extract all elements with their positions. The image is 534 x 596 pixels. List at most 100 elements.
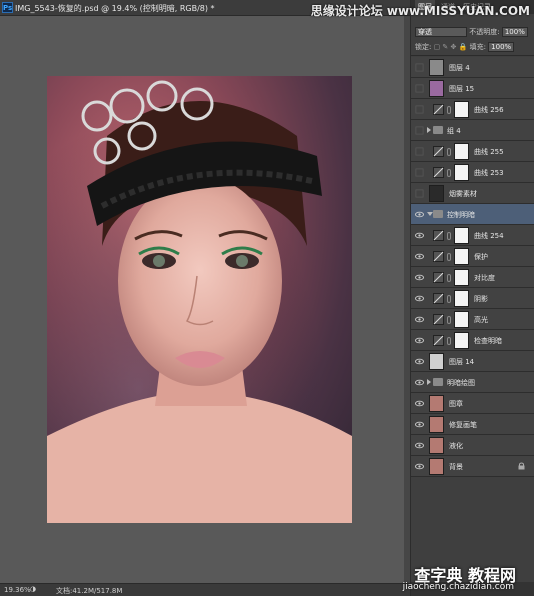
visibility-eye-icon[interactable]: [415, 168, 424, 177]
layer-mask-thumbnail[interactable]: [454, 143, 469, 160]
layer-name[interactable]: 图层 4: [449, 63, 470, 73]
layer-row[interactable]: 明暗绘图: [411, 372, 534, 393]
visibility-eye-icon[interactable]: [415, 315, 424, 324]
layer-thumbnail[interactable]: [429, 353, 444, 370]
layer-thumbnail[interactable]: [429, 395, 444, 412]
link-icon[interactable]: [447, 169, 451, 177]
visibility-eye-icon[interactable]: [415, 294, 424, 303]
layer-row[interactable]: 检查明暗: [411, 330, 534, 351]
layer-name[interactable]: 组 4: [447, 126, 461, 136]
layer-row[interactable]: 曲线 253: [411, 162, 534, 183]
visibility-eye-icon[interactable]: [415, 252, 424, 261]
layer-thumbnail[interactable]: [429, 416, 444, 433]
layer-name[interactable]: 明暗绘图: [447, 378, 475, 388]
layer-row[interactable]: 烟雾素材: [411, 183, 534, 204]
layer-row[interactable]: 图章: [411, 393, 534, 414]
visibility-eye-icon[interactable]: [415, 441, 424, 450]
layer-name[interactable]: 液化: [449, 441, 463, 451]
layer-thumbnail[interactable]: [429, 59, 444, 76]
layer-row[interactable]: 修复画笔: [411, 414, 534, 435]
layer-name[interactable]: 检查明暗: [474, 336, 502, 346]
link-icon[interactable]: [447, 337, 451, 345]
visibility-eye-icon[interactable]: [415, 378, 424, 387]
lock-icons[interactable]: ▢ ✎ ✥ 🔒: [434, 43, 468, 51]
link-icon[interactable]: [447, 295, 451, 303]
visibility-eye-icon[interactable]: [415, 357, 424, 366]
watermark-top: 思缘设计论坛 www.MISSYUAN.COM: [310, 4, 530, 18]
layer-mask-thumbnail[interactable]: [454, 311, 469, 328]
portrait-photo: [47, 76, 352, 523]
visibility-eye-icon[interactable]: [415, 462, 424, 471]
layer-name[interactable]: 背景: [449, 462, 463, 472]
layer-row[interactable]: 保护: [411, 246, 534, 267]
visibility-eye-icon[interactable]: [415, 126, 424, 135]
layer-name[interactable]: 曲线 256: [474, 105, 504, 115]
layer-name[interactable]: 曲线 255: [474, 147, 504, 157]
visibility-eye-icon[interactable]: [415, 63, 424, 72]
visibility-eye-icon[interactable]: [415, 336, 424, 345]
layer-row[interactable]: 阴影: [411, 288, 534, 309]
blend-mode-select[interactable]: 穿透: [415, 27, 467, 37]
link-icon[interactable]: [447, 274, 451, 282]
layer-row[interactable]: 曲线 255: [411, 141, 534, 162]
layer-row[interactable]: 背景: [411, 456, 534, 477]
layer-thumbnail[interactable]: [429, 458, 444, 475]
layer-mask-thumbnail[interactable]: [454, 164, 469, 181]
layer-thumbnail[interactable]: [429, 80, 444, 97]
link-icon[interactable]: [447, 232, 451, 240]
layer-row[interactable]: 控制明暗: [411, 204, 534, 225]
document-size: 文档:41.2M/517.8M: [56, 587, 123, 595]
layer-row[interactable]: 高光: [411, 309, 534, 330]
layer-name[interactable]: 高光: [474, 315, 488, 325]
layer-row[interactable]: 图层 15: [411, 78, 534, 99]
link-icon[interactable]: [447, 106, 451, 114]
layer-mask-thumbnail[interactable]: [454, 290, 469, 307]
status-menu-icon[interactable]: ◑: [30, 585, 36, 593]
visibility-eye-icon[interactable]: [415, 399, 424, 408]
fill-label: 填充:: [469, 43, 486, 51]
opacity-input[interactable]: 100%: [501, 27, 528, 37]
layer-thumbnail[interactable]: [429, 185, 444, 202]
layer-name[interactable]: 图章: [449, 399, 463, 409]
layer-mask-thumbnail[interactable]: [454, 332, 469, 349]
visibility-eye-icon[interactable]: [415, 189, 424, 198]
layer-name[interactable]: 修复画笔: [449, 420, 477, 430]
layer-name[interactable]: 曲线 254: [474, 231, 504, 241]
zoom-level[interactable]: 19.36%: [4, 586, 31, 594]
expand-triangle-icon[interactable]: [427, 379, 431, 385]
layer-name[interactable]: 图层 15: [449, 84, 474, 94]
visibility-eye-icon[interactable]: [415, 231, 424, 240]
layer-row[interactable]: 图层 4: [411, 57, 534, 78]
link-icon[interactable]: [447, 316, 451, 324]
curves-adjustment-icon: [433, 104, 444, 115]
visibility-eye-icon[interactable]: [415, 84, 424, 93]
layer-name[interactable]: 烟雾素材: [449, 189, 477, 199]
visibility-eye-icon[interactable]: [415, 420, 424, 429]
visibility-eye-icon[interactable]: [415, 105, 424, 114]
link-icon[interactable]: [447, 148, 451, 156]
visibility-eye-icon[interactable]: [415, 273, 424, 282]
visibility-eye-icon[interactable]: [415, 147, 424, 156]
document-image[interactable]: [47, 76, 352, 523]
layer-name[interactable]: 控制明暗: [447, 210, 475, 220]
layer-row[interactable]: 图层 14: [411, 351, 534, 372]
expand-triangle-icon[interactable]: [427, 127, 431, 133]
link-icon[interactable]: [447, 253, 451, 261]
layer-name[interactable]: 曲线 253: [474, 168, 504, 178]
layer-name[interactable]: 阴影: [474, 294, 488, 304]
layer-mask-thumbnail[interactable]: [454, 248, 469, 265]
layer-thumbnail[interactable]: [429, 437, 444, 454]
layer-mask-thumbnail[interactable]: [454, 101, 469, 118]
visibility-eye-icon[interactable]: [415, 210, 424, 219]
layer-mask-thumbnail[interactable]: [454, 227, 469, 244]
layer-name[interactable]: 对比度: [474, 273, 495, 283]
layer-row[interactable]: 液化: [411, 435, 534, 456]
layer-mask-thumbnail[interactable]: [454, 269, 469, 286]
layer-name[interactable]: 保护: [474, 252, 488, 262]
layer-row[interactable]: 对比度: [411, 267, 534, 288]
fill-input[interactable]: 100%: [488, 42, 515, 52]
layer-name[interactable]: 图层 14: [449, 357, 474, 367]
layer-row[interactable]: 曲线 256: [411, 99, 534, 120]
layer-row[interactable]: 曲线 254: [411, 225, 534, 246]
layer-row[interactable]: 组 4: [411, 120, 534, 141]
